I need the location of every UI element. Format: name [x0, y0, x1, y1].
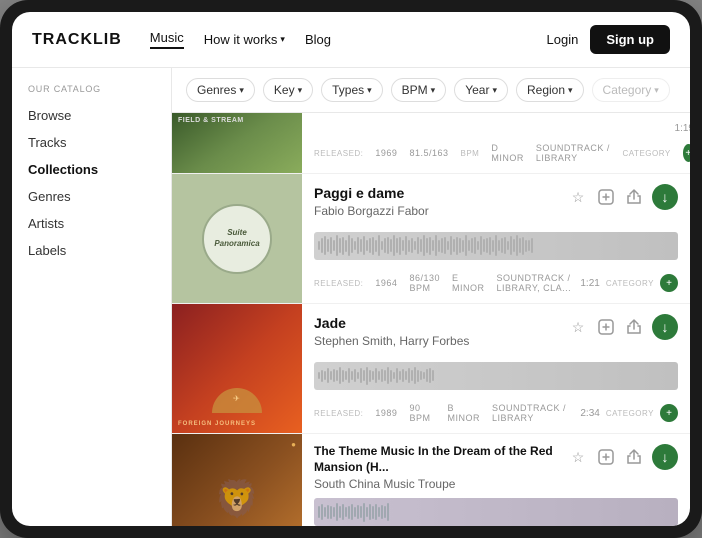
filter-year[interactable]: Year ▾ — [454, 78, 508, 102]
download-icon[interactable]: ↓ — [652, 184, 678, 210]
track-title-group: Paggi e dame Fabio Borgazzi Fabor — [314, 184, 429, 218]
track-item: ✈ FOREIGN JOURNEYS Jade Stephen Smith, H… — [172, 304, 690, 434]
download-icon[interactable]: ↓ — [652, 444, 678, 470]
sidebar-item-labels[interactable]: Labels — [12, 237, 171, 264]
signup-button[interactable]: Sign up — [590, 25, 670, 54]
waveform-bars — [314, 498, 678, 526]
chevron-down-icon: ▾ — [568, 85, 573, 96]
track-actions: ☆ — [568, 314, 678, 340]
track-title: Jade — [314, 314, 469, 332]
track-actions: ☆ — [568, 184, 678, 210]
category-plus-icon[interactable]: + — [683, 144, 690, 162]
track-meta: RELEASED: 1989 90 BPM B MINOR SOUNDTRACK… — [314, 403, 580, 423]
chevron-down-icon: ▾ — [280, 34, 285, 45]
category-plus-icon[interactable]: + — [660, 404, 678, 422]
star-icon[interactable]: ☆ — [568, 317, 588, 337]
nav-links: Music How it works ▾ Blog — [150, 30, 547, 49]
waveform — [314, 498, 678, 526]
header: TRACKLIB Music How it works ▾ Blog Login… — [12, 12, 690, 68]
share-icon[interactable] — [624, 447, 644, 467]
download-icon[interactable]: ↓ — [652, 314, 678, 340]
filter-types[interactable]: Types ▾ — [321, 78, 383, 102]
track-duration: 2:34 — [580, 408, 599, 419]
sidebar-item-browse[interactable]: Browse — [12, 102, 171, 129]
sidebar-item-collections[interactable]: Collections — [12, 156, 171, 183]
share-icon[interactable] — [624, 187, 644, 207]
sidebar-section-label: OUR CATALOG — [12, 84, 171, 102]
sidebar-item-genres[interactable]: Genres — [12, 183, 171, 210]
track-title: Paggi e dame — [314, 184, 429, 202]
filter-region[interactable]: Region ▾ — [516, 78, 584, 102]
chevron-down-icon: ▾ — [367, 85, 372, 96]
track-duration: 1:21 — [580, 278, 599, 289]
track-item: SuitePanoramica Paggi e dame Fabio Borga… — [172, 174, 690, 304]
track-info: Paggi e dame Fabio Borgazzi Fabor ☆ — [302, 174, 690, 303]
sidebar: OUR CATALOG Browse Tracks Collections Ge… — [12, 68, 172, 526]
track-thumbnail: SuitePanoramica — [172, 174, 302, 303]
device-frame: TRACKLIB Music How it works ▾ Blog Login… — [0, 0, 702, 538]
chevron-down-icon: ▾ — [431, 85, 436, 96]
track-artist: Fabio Borgazzi Fabor — [314, 204, 429, 218]
track-title: The Theme Music In the Dream of the Red … — [314, 444, 568, 475]
filter-bar: Genres ▾ Key ▾ Types ▾ BPM ▾ — [172, 68, 690, 113]
track-meta: RELEASED: 1969 81.5/163 BPM D MINOR SOUN… — [314, 143, 690, 163]
category-plus-icon[interactable]: + — [660, 274, 678, 292]
track-item: 🦁 ● The Theme Music In the Dream of the … — [172, 434, 690, 526]
chevron-down-icon: ▾ — [298, 85, 303, 96]
track-info: Jade Stephen Smith, Harry Forbes ☆ — [302, 304, 690, 433]
track-thumbnail: FIELD & STREAM — [172, 113, 302, 173]
share-icon[interactable] — [624, 317, 644, 337]
add-collection-icon[interactable] — [596, 187, 616, 207]
track-item: FIELD & STREAM 1:19 RELEASED: 1969 81.5/… — [172, 113, 690, 174]
nav-music[interactable]: Music — [150, 30, 184, 49]
track-top: The Theme Music In the Dream of the Red … — [314, 444, 678, 491]
chevron-down-icon: ▾ — [492, 85, 497, 96]
add-collection-icon[interactable] — [596, 317, 616, 337]
sidebar-item-tracks[interactable]: Tracks — [12, 129, 171, 156]
track-actions: ☆ — [568, 444, 678, 470]
waveform — [314, 362, 678, 390]
sidebar-item-artists[interactable]: Artists — [12, 210, 171, 237]
content-area: Genres ▾ Key ▾ Types ▾ BPM ▾ — [172, 68, 690, 526]
star-icon[interactable]: ☆ — [568, 187, 588, 207]
track-artist: Stephen Smith, Harry Forbes — [314, 334, 469, 348]
add-collection-icon[interactable] — [596, 447, 616, 467]
track-info: The Theme Music In the Dream of the Red … — [302, 434, 690, 526]
chevron-down-icon: ▾ — [654, 85, 659, 96]
filter-bpm[interactable]: BPM ▾ — [391, 78, 447, 102]
nav-how-it-works[interactable]: How it works ▾ — [204, 32, 285, 47]
track-artist: South China Music Troupe — [314, 477, 568, 491]
track-top: Paggi e dame Fabio Borgazzi Fabor ☆ — [314, 184, 678, 218]
filter-genres[interactable]: Genres ▾ — [186, 78, 255, 102]
logo: TRACKLIB — [32, 31, 122, 49]
track-meta: RELEASED: 1964 86/130 BPM E MINOR SOUNDT… — [314, 273, 580, 293]
track-thumbnail: ✈ FOREIGN JOURNEYS — [172, 304, 302, 433]
waveform — [314, 232, 678, 260]
main-layout: OUR CATALOG Browse Tracks Collections Ge… — [12, 68, 690, 526]
nav-blog[interactable]: Blog — [305, 32, 331, 47]
track-title-group: The Theme Music In the Dream of the Red … — [314, 444, 568, 491]
filter-key[interactable]: Key ▾ — [263, 78, 313, 102]
track-top: Jade Stephen Smith, Harry Forbes ☆ — [314, 314, 678, 348]
filter-category[interactable]: Category ▾ — [592, 78, 670, 102]
track-info: 1:19 RELEASED: 1969 81.5/163 BPM D MINOR… — [302, 113, 690, 173]
track-title-group: Jade Stephen Smith, Harry Forbes — [314, 314, 469, 348]
track-list: FIELD & STREAM 1:19 RELEASED: 1969 81.5/… — [172, 113, 690, 526]
chevron-down-icon: ▾ — [239, 85, 244, 96]
album-art: SuitePanoramica — [202, 204, 272, 274]
track-duration: 1:19 — [675, 123, 690, 134]
login-button[interactable]: Login — [547, 32, 579, 47]
screen: TRACKLIB Music How it works ▾ Blog Login… — [12, 12, 690, 526]
waveform-bars — [314, 232, 678, 260]
header-actions: Login Sign up — [547, 25, 670, 54]
waveform-bars — [314, 362, 678, 390]
track-thumbnail: 🦁 ● — [172, 434, 302, 526]
star-icon[interactable]: ☆ — [568, 447, 588, 467]
